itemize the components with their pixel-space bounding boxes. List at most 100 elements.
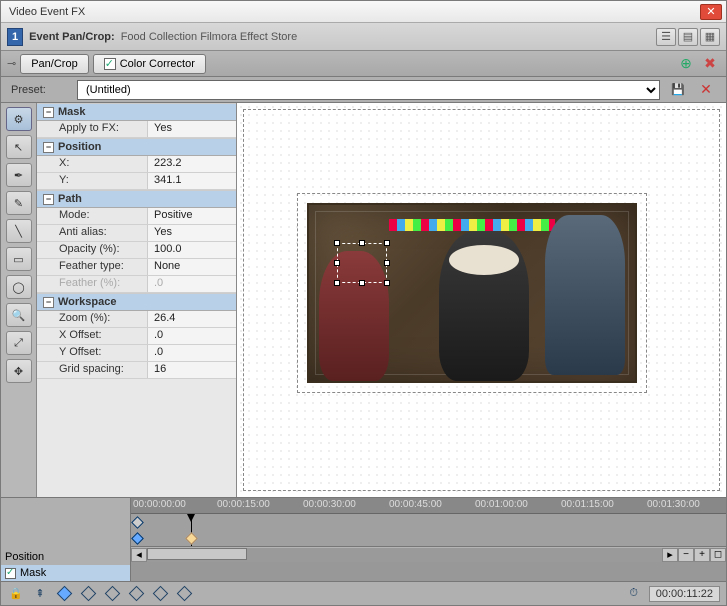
keyframe-area[interactable] (131, 514, 726, 546)
tool-line[interactable]: ╲ (6, 219, 32, 243)
fx-enabled-checkbox[interactable] (104, 58, 116, 70)
prop-x-offset[interactable]: X Offset:.0 (37, 328, 236, 345)
prop-apply-to-fx[interactable]: Apply to FX:Yes (37, 121, 236, 138)
timeline-tracks[interactable]: 00:00:00:00 00:00:15:00 00:00:30:00 00:0… (131, 498, 726, 581)
handle-mr[interactable] (384, 260, 390, 266)
video-preview (307, 203, 637, 383)
next-keyframe-button[interactable] (127, 585, 145, 603)
scroll-track[interactable] (147, 548, 662, 562)
figure-right (545, 215, 625, 375)
window: Video Event FX ✕ 1 Event Pan/Crop: Food … (0, 0, 727, 606)
ruler-tick: 00:00:30:00 (303, 499, 356, 510)
ruler-tick: 00:00:00:00 (133, 499, 186, 510)
tool-ellipse[interactable]: ◯ (6, 275, 32, 299)
prop-opacity[interactable]: Opacity (%):100.0 (37, 242, 236, 259)
view-mode-1[interactable]: ☰ (656, 28, 676, 46)
tool-rectangle[interactable]: ▭ (6, 247, 32, 271)
prop-grid-spacing[interactable]: Grid spacing:16 (37, 362, 236, 379)
collapse-icon[interactable]: − (43, 142, 54, 153)
section-position[interactable]: −Position (37, 138, 236, 156)
prop-mode[interactable]: Mode:Positive (37, 208, 236, 225)
timecode-display[interactable]: 00:00:11:22 (649, 586, 720, 602)
close-button[interactable]: ✕ (700, 4, 722, 20)
handle-ml[interactable] (334, 260, 340, 266)
ruler-tick: 00:00:15:00 (217, 499, 270, 510)
zoom-out-button[interactable]: − (678, 548, 694, 562)
prop-zoom[interactable]: Zoom (%):26.4 (37, 311, 236, 328)
lock-button[interactable]: 🔒 (7, 585, 25, 603)
remove-fx-button[interactable]: ✖ (700, 54, 720, 74)
decor-bunting (389, 219, 555, 231)
keyframe[interactable] (131, 516, 144, 529)
section-mask[interactable]: −Mask (37, 103, 236, 121)
titlebar: Video Event FX ✕ (1, 1, 726, 23)
tool-column: ⚙ ↖ ✒ ✎ ╲ ▭ ◯ 🔍 ⤢ ✥ (1, 103, 37, 497)
tool-arrow[interactable]: ↖ (6, 135, 32, 159)
zoom-fit-button[interactable]: ◻ (710, 548, 726, 562)
preset-bar: Preset: (Untitled) 💾 ✕ (1, 77, 726, 103)
handle-tl[interactable] (334, 240, 340, 246)
fx-tab-bar: ⊸ Pan/Crop Color Corrector ⊕ ✖ (1, 51, 726, 77)
timeline-ruler[interactable]: 00:00:00:00 00:00:15:00 00:00:30:00 00:0… (131, 498, 726, 514)
tool-move[interactable]: ✥ (6, 359, 32, 383)
handle-tm[interactable] (359, 240, 365, 246)
zoom-in-button[interactable]: + (694, 548, 710, 562)
timeline-toolbar: 🔒 ⇞ ⏱ 00:00:11:22 (1, 581, 726, 605)
curve-type-button[interactable] (175, 585, 193, 603)
handle-br[interactable] (384, 280, 390, 286)
track-enable-checkbox[interactable] (5, 568, 16, 579)
scroll-right-button[interactable]: ▸ (662, 548, 678, 562)
track-position[interactable]: Position (1, 549, 130, 565)
ruler-tick: 00:01:00:00 (475, 499, 528, 510)
collapse-icon[interactable]: − (43, 194, 54, 205)
timeline: Position Mask 00:00:00:00 00:00:15:00 00… (1, 497, 726, 605)
add-fx-button[interactable]: ⊕ (676, 54, 696, 74)
handle-tr[interactable] (384, 240, 390, 246)
prev-keyframe-button[interactable] (79, 585, 97, 603)
chain-badge[interactable]: 1 (7, 28, 23, 46)
timeline-track-headers: Position Mask (1, 498, 131, 581)
timeline-scrollbar[interactable]: ◂ ▸ − + ◻ (131, 546, 726, 562)
handle-bl[interactable] (334, 280, 340, 286)
tool-anchor-edit[interactable]: ✒ (6, 163, 32, 187)
tab-color-corrector[interactable]: Color Corrector (93, 54, 206, 74)
section-workspace[interactable]: −Workspace (37, 293, 236, 311)
canvas[interactable] (237, 103, 726, 497)
tool-zoom[interactable]: 🔍 (6, 303, 32, 327)
tool-options[interactable]: ⚙ (6, 107, 32, 131)
header-label: Event Pan/Crop: (29, 31, 115, 43)
mask-selection[interactable] (337, 243, 387, 283)
scroll-left-button[interactable]: ◂ (131, 548, 147, 562)
collapse-icon[interactable]: − (43, 297, 54, 308)
keyframe[interactable] (131, 532, 144, 545)
view-mode-3[interactable]: ▦ (700, 28, 720, 46)
track-mask[interactable]: Mask (1, 565, 130, 581)
sync-cursor-button[interactable]: ⇞ (31, 585, 49, 603)
preset-select[interactable]: (Untitled) (77, 80, 660, 100)
collapse-icon[interactable]: − (43, 107, 54, 118)
timecode-mode-icon[interactable]: ⏱ (625, 585, 643, 603)
prop-feather-type[interactable]: Feather type:None (37, 259, 236, 276)
view-mode-2[interactable]: ▤ (678, 28, 698, 46)
add-keyframe-button[interactable] (103, 585, 121, 603)
prop-x[interactable]: X:223.2 (37, 156, 236, 173)
window-title: Video Event FX (5, 6, 700, 18)
section-path[interactable]: −Path (37, 190, 236, 208)
prop-y[interactable]: Y:341.1 (37, 173, 236, 190)
prop-y-offset[interactable]: Y Offset:.0 (37, 345, 236, 362)
tab-pan-crop[interactable]: Pan/Crop (20, 54, 88, 74)
tab-pan-crop-label: Pan/Crop (31, 58, 77, 70)
prop-antialias[interactable]: Anti alias:Yes (37, 225, 236, 242)
handle-bm[interactable] (359, 280, 365, 286)
properties-panel: −Mask Apply to FX:Yes −Position X:223.2 … (37, 103, 237, 497)
tool-zoom-fit[interactable]: ⤢ (6, 331, 32, 355)
delete-preset-button[interactable]: ✕ (696, 80, 716, 100)
tool-anchor-delete[interactable]: ✎ (6, 191, 32, 215)
scroll-thumb[interactable] (147, 548, 247, 560)
header-bar: 1 Event Pan/Crop: Food Collection Filmor… (1, 23, 726, 51)
last-keyframe-button[interactable] (151, 585, 169, 603)
preset-label: Preset: (11, 84, 69, 96)
save-preset-button[interactable]: 💾 (668, 80, 688, 100)
keyframe-active[interactable] (185, 532, 198, 545)
first-keyframe-button[interactable] (55, 585, 73, 603)
